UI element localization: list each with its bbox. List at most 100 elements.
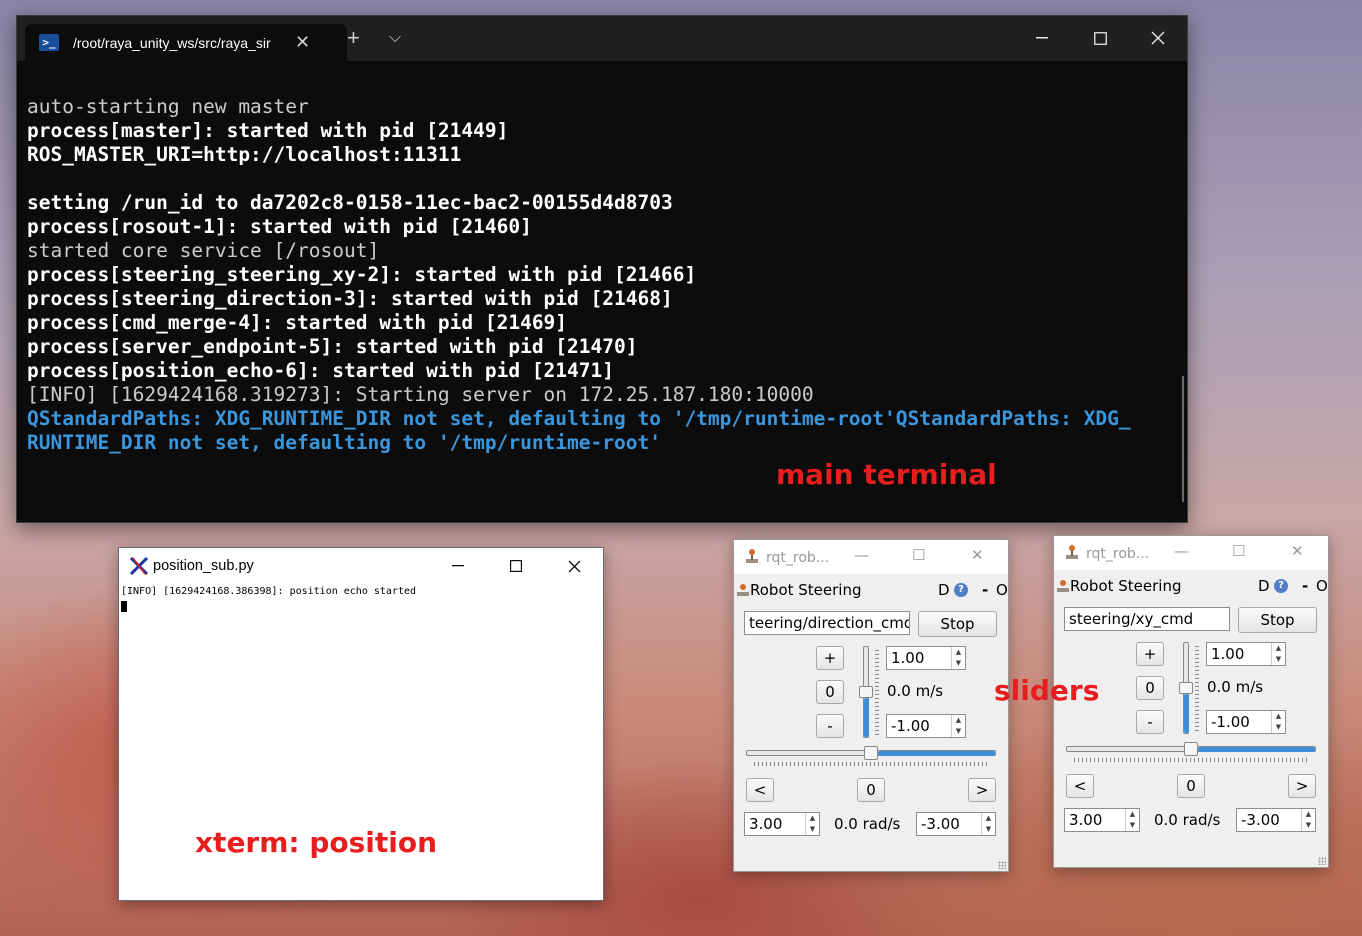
spin-arrows-icon[interactable]: ▲ ▼ <box>805 813 819 835</box>
tab-dropdown-chevron-icon[interactable]: ⌵ <box>389 24 401 52</box>
rqt-titlebar: rqt_rob... — ☐ ✕ <box>1054 536 1328 570</box>
maximize-button[interactable] <box>1071 16 1129 60</box>
max-angular-spinbox[interactable]: 3.00 ▲ ▼ <box>744 812 820 836</box>
resize-grip[interactable] <box>1318 857 1326 865</box>
resize-grip[interactable] <box>998 861 1006 869</box>
help-icon[interactable]: ? <box>1274 579 1288 593</box>
new-tab-plus-icon[interactable]: + <box>347 24 360 52</box>
linear-slider-handle[interactable] <box>859 686 873 698</box>
stop-button[interactable]: Stop <box>1238 607 1317 633</box>
maximize-icon <box>510 560 522 572</box>
turn-right-button[interactable]: > <box>968 778 996 802</box>
terminal-titlebar: >_ /root/raya_unity_ws/src/raya_sir ✕ + … <box>17 16 1187 61</box>
max-linear-spinbox[interactable]: 1.00 ▲ ▼ <box>1206 642 1286 666</box>
rqt-title: rqt_rob... <box>1086 546 1150 562</box>
rqt-minimize-button[interactable]: — <box>1174 542 1189 560</box>
decrease-linear-button[interactable]: - <box>816 714 844 738</box>
min-angular-value: -3.00 <box>1241 811 1280 829</box>
topic-input[interactable]: teering/direction_cmd <box>744 611 910 635</box>
dock-button[interactable]: D <box>938 581 950 599</box>
angular-slider-handle[interactable] <box>1184 742 1198 756</box>
close-plugin-button[interactable]: O <box>1316 577 1328 595</box>
plugin-joystick-icon <box>1057 580 1069 592</box>
min-angular-spinbox[interactable]: -3.00 ▲ ▼ <box>916 812 996 836</box>
max-angular-value: 3.00 <box>1069 811 1103 829</box>
maximize-icon <box>1093 31 1107 45</box>
xterm-maximize-button[interactable] <box>487 548 545 584</box>
xterm-minimize-button[interactable] <box>429 548 487 584</box>
plugin-name: Robot Steering <box>1070 577 1182 595</box>
rqt-close-button[interactable]: ✕ <box>971 546 984 564</box>
increase-linear-button[interactable]: + <box>816 646 844 670</box>
min-linear-spinbox[interactable]: -1.00 ▲ ▼ <box>886 714 966 738</box>
stop-button[interactable]: Stop <box>918 611 997 637</box>
spin-arrows-icon[interactable]: ▲ ▼ <box>1271 711 1285 733</box>
help-icon[interactable]: ? <box>954 583 968 597</box>
topic-input[interactable]: steering/xy_cmd <box>1064 607 1230 631</box>
turn-right-button[interactable]: > <box>1288 774 1316 798</box>
minimize-button[interactable] <box>1013 16 1071 60</box>
rqt-robot-steering-window-direction: rqt_rob... — ☐ ✕ Robot Steering D ? - O … <box>733 539 1009 872</box>
spin-arrows-icon[interactable]: ▲ ▼ <box>951 647 965 669</box>
spin-arrows-icon[interactable]: ▲ ▼ <box>1125 809 1139 831</box>
spin-arrows-icon[interactable]: ▲ ▼ <box>1301 809 1315 831</box>
close-plugin-button[interactable]: O <box>996 581 1008 599</box>
close-button[interactable] <box>1129 16 1187 60</box>
angular-slider-fill <box>1198 747 1315 752</box>
min-linear-value: -1.00 <box>1211 713 1250 731</box>
terminal-scrollbar[interactable] <box>1182 376 1184 502</box>
max-angular-value: 3.00 <box>749 815 783 833</box>
tab-title: /root/raya_unity_ws/src/raya_sir <box>73 34 271 51</box>
reset-angular-button[interactable]: 0 <box>1177 774 1205 798</box>
plugin-header: Robot Steering D ? - O <box>1054 576 1328 596</box>
xterm-cursor <box>121 601 127 612</box>
decrease-linear-button[interactable]: - <box>1136 710 1164 734</box>
xterm-titlebar: position_sub.py <box>119 548 603 584</box>
dock-button[interactable]: D <box>1258 577 1270 595</box>
rqt-title: rqt_rob... <box>766 550 830 566</box>
minimize-icon <box>452 565 464 567</box>
terminal-output[interactable]: auto-starting new master process[master]:… <box>17 61 1187 522</box>
linear-slider-handle[interactable] <box>1179 682 1193 694</box>
xterm-close-button[interactable] <box>545 548 603 584</box>
terminal-line: started core service [/rosout] <box>27 239 380 262</box>
terminal-line: process[steering_steering_xy-2]: started… <box>27 263 697 286</box>
minimize-plugin-button[interactable]: - <box>982 581 988 599</box>
rqt-minimize-button[interactable]: — <box>854 546 869 564</box>
reset-linear-button[interactable]: 0 <box>816 680 844 704</box>
tab-close-icon[interactable]: ✕ <box>295 32 310 53</box>
turn-left-button[interactable]: < <box>1066 774 1094 798</box>
reset-angular-button[interactable]: 0 <box>857 778 885 802</box>
terminal-line: process[cmd_merge-4]: started with pid [… <box>27 311 568 334</box>
terminal-line: process[server_endpoint-5]: started with… <box>27 335 638 358</box>
spin-arrows-icon[interactable]: ▲ ▼ <box>1271 643 1285 665</box>
reset-linear-button[interactable]: 0 <box>1136 676 1164 700</box>
angular-slider-ticks <box>1074 758 1310 762</box>
terminal-tab[interactable]: >_ /root/raya_unity_ws/src/raya_sir ✕ <box>25 24 347 61</box>
powershell-icon: >_ <box>39 34 59 51</box>
rqt-close-button[interactable]: ✕ <box>1291 542 1304 560</box>
linear-slider-fill <box>1184 694 1189 733</box>
xterm-window: position_sub.py [INFO] [1629424168.38639… <box>118 547 604 901</box>
annotation-xterm-position: xterm: position <box>195 826 438 859</box>
rqt-maximize-button[interactable]: ☐ <box>1232 542 1245 560</box>
xterm-title: position_sub.py <box>153 558 254 574</box>
angular-slider-handle[interactable] <box>864 746 878 760</box>
max-linear-spinbox[interactable]: 1.00 ▲ ▼ <box>886 646 966 670</box>
plugin-name: Robot Steering <box>750 581 862 599</box>
close-icon <box>1151 31 1165 45</box>
spin-arrows-icon[interactable]: ▲ ▼ <box>981 813 995 835</box>
angular-slider-fill <box>878 751 995 756</box>
minimize-plugin-button[interactable]: - <box>1302 577 1308 595</box>
turn-left-button[interactable]: < <box>746 778 774 802</box>
min-angular-spinbox[interactable]: -3.00 ▲ ▼ <box>1236 808 1316 832</box>
spin-arrows-icon[interactable]: ▲ ▼ <box>951 715 965 737</box>
min-linear-spinbox[interactable]: -1.00 ▲ ▼ <box>1206 710 1286 734</box>
close-icon <box>568 560 580 572</box>
increase-linear-button[interactable]: + <box>1136 642 1164 666</box>
rqt-maximize-button[interactable]: ☐ <box>912 546 925 564</box>
terminal-line: ROS_MASTER_URI=http://localhost:11311 <box>27 143 462 166</box>
angular-velocity-label: 0.0 rad/s <box>1154 811 1221 829</box>
max-angular-spinbox[interactable]: 3.00 ▲ ▼ <box>1064 808 1140 832</box>
